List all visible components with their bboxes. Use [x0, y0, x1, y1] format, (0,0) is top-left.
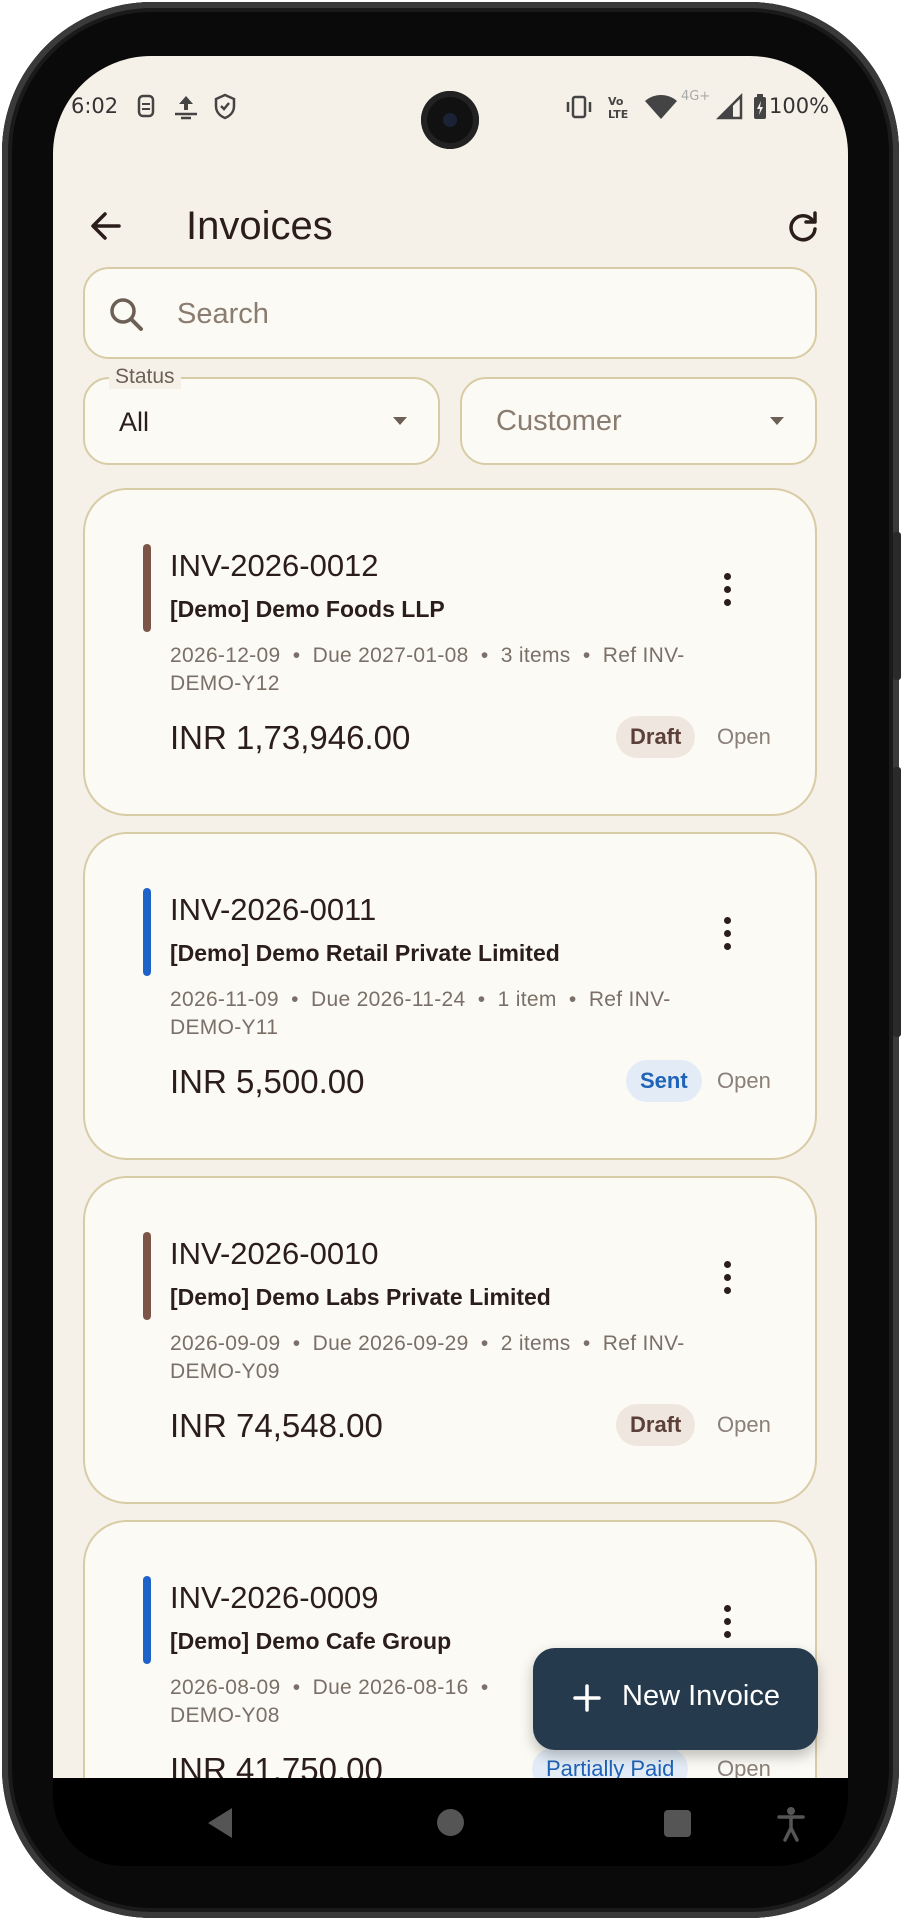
- 4g-icon: 4G+: [681, 89, 710, 104]
- open-state-label: Open: [717, 1068, 771, 1093]
- status-accent-bar: [143, 544, 151, 632]
- more-vert-icon: [723, 942, 731, 950]
- status-accent-bar: [143, 888, 151, 976]
- invoice-meta-line: DEMO-Y09: [170, 1360, 280, 1383]
- search-icon: [110, 298, 143, 331]
- open-state-label: Open: [717, 1412, 771, 1437]
- invoice-meta: 2026-11-09 • Due 2026-11-24 • 1 item • R…: [170, 986, 770, 1042]
- front-camera: [421, 91, 479, 149]
- status-time: 6:02: [71, 94, 119, 118]
- signal-icon: [715, 92, 743, 120]
- invoice-meta-line: DEMO-Y12: [170, 672, 280, 695]
- nav-recents-icon[interactable]: [664, 1810, 691, 1837]
- status-badge: Partially Paid: [532, 1748, 689, 1778]
- more-vert-icon: [723, 916, 731, 924]
- plus-icon: [573, 1684, 601, 1712]
- more-vert-icon: [723, 572, 731, 580]
- invoice-number: INV-2026-0011: [170, 892, 377, 927]
- notification-icon: [137, 94, 155, 118]
- invoice-meta: 2026-12-09 • Due 2027-01-08 • 3 items • …: [170, 642, 770, 698]
- vibrate-icon: [566, 95, 592, 119]
- status-badge: Draft: [616, 1404, 696, 1446]
- status-filter-value: All: [119, 407, 150, 437]
- status-accent-bar: [143, 1232, 151, 1320]
- battery-icon: [754, 94, 766, 119]
- invoice-meta-line: 2026-11-09 • Due 2026-11-24 • 1 item • R…: [170, 988, 671, 1011]
- search-input[interactable]: [177, 289, 777, 339]
- wifi-icon: [645, 95, 677, 119]
- customer-filter-dropdown[interactable]: Customer: [460, 377, 817, 465]
- battery-level: 100%: [769, 94, 830, 118]
- invoice-amount: INR 41,750.00: [170, 1751, 383, 1778]
- new-invoice-button[interactable]: New Invoice: [533, 1648, 818, 1750]
- invoice-meta-line: 2026-08-09 • Due 2026-08-16 •: [170, 1676, 489, 1699]
- more-vert-icon: [723, 1630, 731, 1638]
- power-button: [893, 767, 901, 1037]
- refresh-icon: [789, 211, 817, 242]
- status-bar: 6:02 Vo LTE 4G+ 100%: [53, 56, 848, 156]
- refresh-button[interactable]: [775, 198, 831, 254]
- invoice-amount: INR 5,500.00: [170, 1063, 365, 1100]
- more-vert-icon: [723, 598, 731, 606]
- invoice-meta-line: 2026-09-09 • Due 2026-09-29 • 2 items • …: [170, 1332, 685, 1355]
- more-options-button[interactable]: [707, 1252, 747, 1302]
- new-invoice-label: New Invoice: [622, 1680, 780, 1712]
- more-vert-icon: [723, 1273, 731, 1281]
- svg-text:Vo: Vo: [608, 95, 624, 108]
- more-vert-icon: [723, 1286, 731, 1294]
- search-box[interactable]: [83, 267, 817, 359]
- invoice-meta-line: 2026-12-09 • Due 2027-01-08 • 3 items • …: [170, 644, 685, 667]
- customer-name: [Demo] Demo Foods LLP: [170, 596, 445, 622]
- volume-button: [893, 532, 901, 680]
- status-accent-bar: [143, 1576, 151, 1664]
- invoice-number: INV-2026-0012: [170, 548, 379, 583]
- upload-icon: [175, 96, 197, 120]
- nav-home-icon[interactable]: [437, 1809, 464, 1836]
- invoice-number: INV-2026-0010: [170, 1236, 379, 1271]
- nav-back-icon[interactable]: [208, 1808, 232, 1838]
- customer-filter-placeholder: Customer: [496, 405, 622, 437]
- phone-frame: 6:02 Vo LTE 4G+ 100% Invoices Search Sta…: [2, 2, 901, 1918]
- more-vert-icon: [723, 1604, 731, 1612]
- invoice-meta-line: DEMO-Y11: [170, 1016, 279, 1039]
- app-screen: 6:02 Vo LTE 4G+ 100% Invoices Search Sta…: [53, 56, 848, 1778]
- back-button[interactable]: [78, 198, 134, 254]
- accessibility-icon[interactable]: [776, 1806, 806, 1842]
- arrow-left-icon: [91, 212, 121, 240]
- volte-icon: VoLTE: [608, 95, 628, 121]
- more-options-button[interactable]: [707, 908, 747, 958]
- open-state-label: Open: [717, 1756, 771, 1778]
- invoice-meta-line: DEMO-Y08: [170, 1704, 280, 1727]
- more-options-button[interactable]: [707, 1596, 747, 1646]
- customer-name: [Demo] Demo Labs Private Limited: [170, 1284, 551, 1310]
- shield-icon: [214, 93, 236, 120]
- customer-name: [Demo] Demo Retail Private Limited: [170, 940, 560, 966]
- invoice-amount: INR 74,548.00: [170, 1407, 383, 1444]
- status-badge: Sent: [626, 1060, 702, 1102]
- more-vert-icon: [723, 929, 731, 937]
- svg-text:LTE: LTE: [608, 108, 628, 121]
- invoice-amount: INR 1,73,946.00: [170, 719, 411, 756]
- invoice-card[interactable]: INV-2026-0011 [Demo] Demo Retail Private…: [83, 832, 817, 1160]
- status-filter-dropdown[interactable]: Status All: [83, 365, 440, 465]
- invoice-meta: 2026-09-09 • Due 2026-09-29 • 2 items • …: [170, 1330, 770, 1386]
- invoice-card[interactable]: INV-2026-0012 [Demo] Demo Foods LLP 2026…: [83, 488, 817, 816]
- chevron-down-icon: [770, 417, 784, 425]
- chevron-down-icon: [393, 417, 407, 425]
- page-title: Invoices: [186, 204, 333, 248]
- system-nav-bar: [53, 1778, 848, 1866]
- more-options-button[interactable]: [707, 564, 747, 614]
- svg-text:4G+: 4G+: [681, 89, 710, 104]
- customer-name: [Demo] Demo Cafe Group: [170, 1628, 452, 1654]
- invoice-card[interactable]: INV-2026-0010 [Demo] Demo Labs Private L…: [83, 1176, 817, 1504]
- open-state-label: Open: [717, 724, 771, 749]
- more-vert-icon: [723, 1617, 731, 1625]
- status-filter-label: Status: [109, 365, 181, 389]
- more-vert-icon: [723, 1260, 731, 1268]
- invoice-number: INV-2026-0009: [170, 1580, 379, 1615]
- status-badge: Draft: [616, 716, 696, 758]
- app-bar: Invoices: [53, 186, 848, 266]
- more-vert-icon: [723, 585, 731, 593]
